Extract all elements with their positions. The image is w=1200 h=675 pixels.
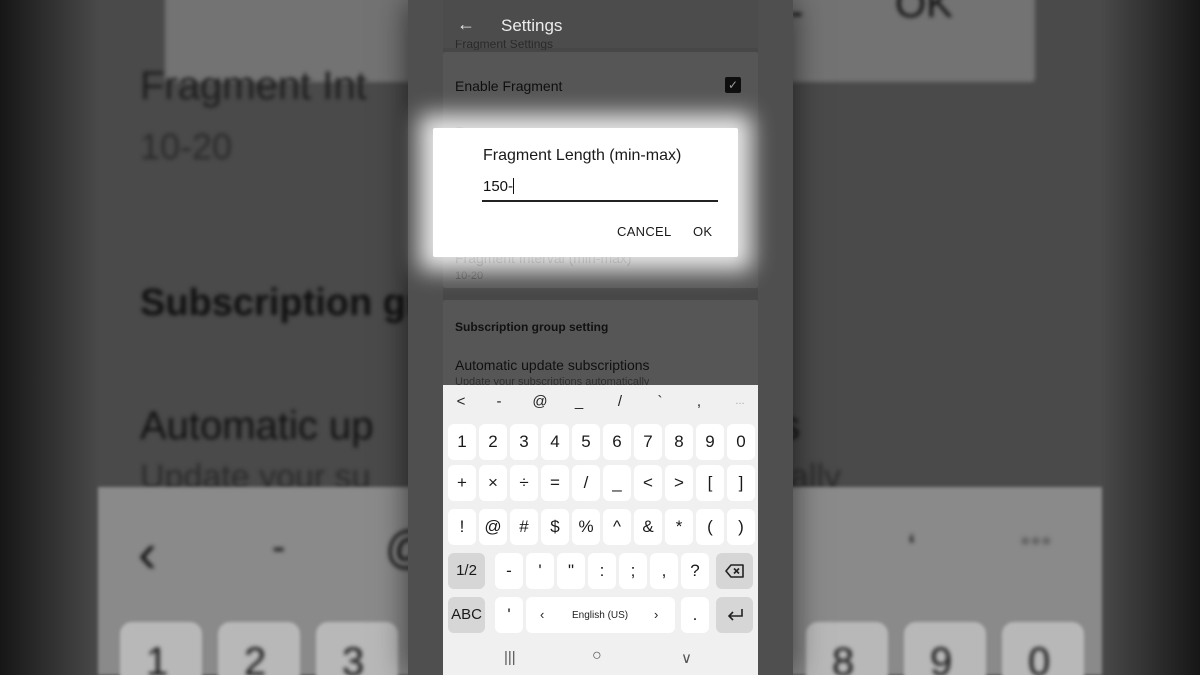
key-ampersand[interactable]: &	[634, 509, 662, 545]
symbol-key-backtick[interactable]: `	[650, 393, 670, 410]
key-8[interactable]: 8	[665, 424, 693, 460]
background-key-3: 3	[342, 640, 365, 675]
key-5[interactable]: 5	[572, 424, 600, 460]
key-dollar[interactable]: $	[541, 509, 569, 545]
background-interval-value: 10-20	[140, 126, 233, 167]
back-arrow-icon[interactable]: ←	[457, 14, 475, 34]
keyboard-row-bottom: ABC ' ‹ English (US) › .	[448, 597, 753, 633]
background-auto-update: Automatic up	[140, 404, 374, 448]
key-less-than[interactable]: <	[634, 465, 662, 501]
key-colon[interactable]: :	[588, 553, 616, 589]
background-chevron-left-icon: ‹	[138, 521, 157, 584]
symbol-suggestion-bar: < - @ _ / ` , ...	[443, 385, 758, 421]
key-dash[interactable]: -	[495, 553, 523, 589]
ok-button[interactable]: OK	[693, 224, 712, 239]
key-slash[interactable]: /	[572, 465, 600, 501]
key-apostrophe[interactable]: '	[526, 553, 554, 589]
recent-apps-icon[interactable]: |||	[504, 649, 516, 666]
key-multiply[interactable]: ×	[479, 465, 507, 501]
cancel-button[interactable]: CANCEL	[617, 224, 672, 239]
symbol-key-at[interactable]: @	[530, 393, 550, 410]
subscription-group-header: Subscription group setting	[455, 320, 609, 334]
key-0[interactable]: 0	[727, 424, 755, 460]
key-close-paren[interactable]: )	[727, 509, 755, 545]
auto-update-sub: Update your subscriptions automatically	[455, 376, 650, 385]
chevron-left-icon[interactable]: <	[451, 393, 471, 410]
keyboard-row-numbers: 1 2 3 4 5 6 7 8 9 0	[448, 424, 755, 460]
key-asterisk[interactable]: *	[665, 509, 693, 545]
background-key-0: 0	[1028, 640, 1051, 675]
key-4[interactable]: 4	[541, 424, 569, 460]
fragment-length-dialog: Fragment Length (min-max) 150- CANCEL OK	[433, 128, 738, 257]
key-at[interactable]: @	[479, 509, 507, 545]
key-open-bracket[interactable]: [	[696, 465, 724, 501]
text-caret	[513, 178, 515, 194]
key-greater-than[interactable]: >	[665, 465, 693, 501]
background-ok-text: OK	[895, 0, 953, 26]
backspace-key[interactable]	[716, 553, 753, 589]
keyboard-row-punctuation: 1/2 - ' " : ; , ?	[448, 553, 753, 589]
key-7[interactable]: 7	[634, 424, 662, 460]
enter-icon	[727, 609, 743, 621]
system-navigation-bar: ||| ○ ∨	[443, 643, 758, 675]
symbol-key-slash[interactable]: /	[610, 393, 630, 410]
key-plus[interactable]: +	[448, 465, 476, 501]
key-exclamation[interactable]: !	[448, 509, 476, 545]
symbol-key-underscore[interactable]: _	[569, 393, 589, 410]
key-abc[interactable]: ABC	[448, 597, 485, 633]
enable-fragment-checkbox[interactable]: ✓	[725, 77, 741, 93]
key-underscore[interactable]: _	[603, 465, 631, 501]
key-9[interactable]: 9	[696, 424, 724, 460]
background-key-9: 9	[930, 640, 953, 675]
key-caret[interactable]: ^	[603, 509, 631, 545]
key-double-quote[interactable]: "	[557, 553, 585, 589]
key-close-bracket[interactable]: ]	[727, 465, 755, 501]
background-subscription-header: Subscription gr	[140, 282, 421, 324]
fragment-settings-header: Fragment Settings	[455, 40, 554, 50]
home-icon[interactable]: ○	[592, 647, 602, 665]
key-1[interactable]: 1	[448, 424, 476, 460]
key-2[interactable]: 2	[479, 424, 507, 460]
enable-fragment-label[interactable]: Enable Fragment	[455, 78, 562, 94]
key-semicolon[interactable]: ;	[619, 553, 647, 589]
key-hash[interactable]: #	[510, 509, 538, 545]
key-percent[interactable]: %	[572, 509, 600, 545]
input-value: 150-	[483, 178, 514, 195]
background-key-1: 1	[146, 640, 169, 675]
chevron-left-icon[interactable]: ‹	[540, 597, 544, 633]
key-period[interactable]: .	[681, 597, 709, 633]
chevron-right-icon[interactable]: ›	[654, 597, 658, 633]
key-open-paren[interactable]: (	[696, 509, 724, 545]
backspace-icon	[724, 564, 744, 578]
more-options-icon[interactable]: ...	[730, 395, 750, 407]
auto-update-label[interactable]: Automatic update subscriptions	[455, 357, 650, 373]
background-comma-key: ‘	[908, 528, 916, 566]
background-key-2: 2	[244, 640, 267, 675]
enter-key[interactable]	[716, 597, 753, 633]
keyboard-row-symbols: ! @ # $ % ^ & * ( )	[448, 509, 755, 545]
hide-keyboard-icon[interactable]: ∨	[681, 649, 692, 667]
key-apostrophe-bottom[interactable]: '	[495, 597, 523, 633]
symbol-key-comma[interactable]: ,	[689, 393, 709, 410]
symbol-key-dash[interactable]: -	[489, 393, 509, 410]
background-interval-label: Fragment Int	[140, 64, 367, 108]
on-screen-keyboard: < - @ _ / ` , ... 1 2 3 4 5 6 7 8 9 0 + …	[443, 385, 758, 675]
background-key-8: 8	[832, 640, 855, 675]
background-dash-key: -	[272, 525, 286, 569]
keyboard-row-operators: + × ÷ = / _ < > [ ]	[448, 465, 755, 501]
key-divide[interactable]: ÷	[510, 465, 538, 501]
dialog-title: Fragment Length (min-max)	[483, 147, 682, 164]
key-question[interactable]: ?	[681, 553, 709, 589]
fragment-interval-value: 10-20	[455, 270, 484, 282]
language-label: English (US)	[572, 610, 629, 621]
fragment-length-input[interactable]: 150-	[482, 176, 718, 202]
key-comma[interactable]: ,	[650, 553, 678, 589]
key-equals[interactable]: =	[541, 465, 569, 501]
key-6[interactable]: 6	[603, 424, 631, 460]
background-more-icon: •••	[1020, 525, 1052, 558]
spacebar-key[interactable]: ‹ English (US) ›	[526, 597, 675, 633]
key-3[interactable]: 3	[510, 424, 538, 460]
key-page-toggle[interactable]: 1/2	[448, 553, 485, 589]
app-title: Settings	[501, 16, 563, 35]
